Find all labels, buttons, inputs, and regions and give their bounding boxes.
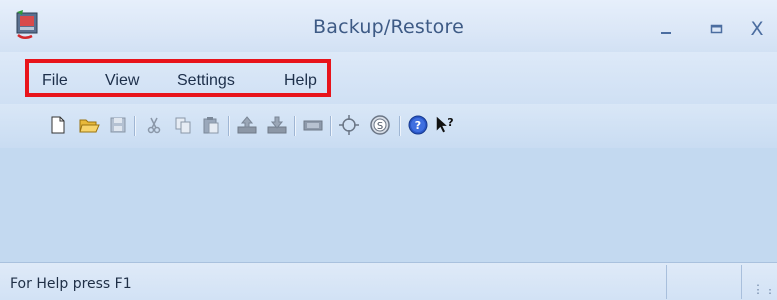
maximize-button[interactable] [706,18,728,40]
save-button[interactable] [107,114,129,136]
s-circle-button[interactable]: S [369,114,391,136]
copy-icon [175,117,191,134]
context-help-button[interactable]: ? [434,114,456,136]
cut-button[interactable] [143,114,165,136]
svg-text:S: S [377,121,383,132]
toolbar: S ? ? [0,104,777,148]
menu-settings[interactable]: Settings [177,72,235,90]
status-bar: For Help press F1 .: : [0,262,777,300]
svg-text:?: ? [447,116,453,129]
client-area [0,148,777,262]
tape-icon [303,120,323,131]
toolbar-separator [294,116,296,136]
maximize-icon [710,24,723,34]
new-icon [51,116,65,134]
upload-icon [237,116,257,134]
minimize-icon [661,32,671,34]
copy-button[interactable] [172,114,194,136]
status-pane-divider [666,265,667,299]
app-window: Backup/Restore X File View Settings Help [0,0,777,300]
paste-button[interactable] [200,114,222,136]
new-button[interactable] [47,114,69,136]
s-circle-icon: S [370,115,390,135]
title-bar[interactable]: Backup/Restore X [0,0,777,52]
close-icon: X [750,18,764,40]
toolbar-separator [228,116,230,136]
paste-icon [203,117,219,134]
status-text: For Help press F1 [10,276,132,292]
svg-text:?: ? [415,119,421,132]
download-button[interactable] [266,114,288,136]
help-button[interactable]: ? [407,114,429,136]
close-button[interactable]: X [746,18,768,40]
open-folder-icon [79,119,100,133]
toolbar-separator [330,116,332,136]
menu-file[interactable]: File [42,72,68,90]
download-icon [267,116,287,134]
minimize-button[interactable] [656,18,678,40]
upload-button[interactable] [236,114,258,136]
save-icon [110,117,126,133]
resize-grip-icon[interactable]: .: : [755,279,773,297]
toolbar-separator [399,116,401,136]
status-pane-divider [741,265,742,299]
context-help-icon: ? [436,116,454,133]
help-circle-icon: ? [408,115,428,135]
cut-icon [147,117,161,134]
target-icon [339,115,359,135]
tape-button[interactable] [302,114,324,136]
menu-help[interactable]: Help [284,72,317,90]
menu-view[interactable]: View [105,72,139,90]
toolbar-separator [134,116,136,136]
open-button[interactable] [78,114,100,136]
target-button[interactable] [338,114,360,136]
menu-bar: File View Settings Help [0,52,777,104]
